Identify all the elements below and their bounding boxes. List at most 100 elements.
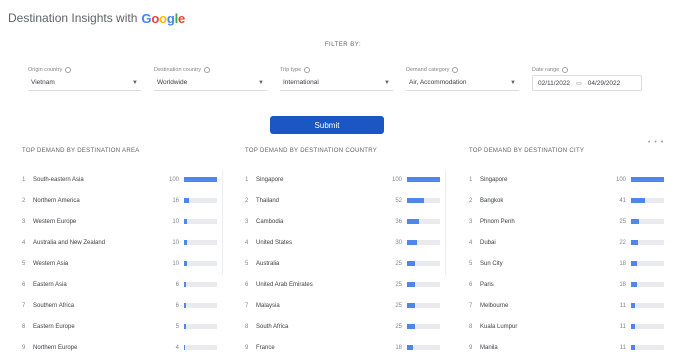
- row-destination-name: Phnom Penh: [480, 218, 515, 225]
- start-date: 02/11/2022: [538, 79, 571, 87]
- demand-bar-fill: [184, 198, 190, 203]
- ranking-row[interactable]: 3 Western Europe 10: [22, 211, 217, 232]
- ranking-row[interactable]: 7 Southern Africa 6: [22, 295, 217, 316]
- ranking-row[interactable]: 9 Manila 11: [469, 337, 664, 354]
- info-icon[interactable]: [65, 67, 72, 73]
- filter-label: Demand category: [406, 67, 450, 73]
- info-icon[interactable]: [452, 67, 459, 73]
- demand-bar-track: [407, 261, 440, 266]
- ranking-row[interactable]: 5 Australia 25: [245, 253, 440, 274]
- select-value: International: [283, 79, 319, 86]
- info-icon[interactable]: [204, 67, 211, 73]
- ranking-row[interactable]: 2 Bangkok 41: [469, 190, 664, 211]
- demand-bar-track: [407, 198, 440, 203]
- demand-bar-fill: [631, 324, 635, 329]
- row-rank: 5: [469, 260, 473, 267]
- demand-bar-fill: [184, 303, 186, 308]
- row-destination-name: Bangkok: [480, 197, 504, 204]
- filter-by-label: FILTER BY:: [324, 42, 362, 48]
- row-rank: 6: [469, 281, 473, 288]
- demand-category-filter: Demand category Air, Accommodation ▼: [406, 65, 519, 91]
- demand-bar-track: [184, 303, 217, 308]
- row-destination-name: United Arab Emirates: [256, 281, 313, 288]
- row-rank: 3: [469, 218, 473, 225]
- row-demand-value: 41: [619, 197, 626, 204]
- ranking-row[interactable]: 2 Thailand 52: [245, 190, 440, 211]
- filter-label: Destination country: [154, 67, 202, 73]
- page-title: Destination Insights with: [8, 11, 138, 25]
- ranking-row[interactable]: 9 France 18: [245, 337, 440, 354]
- ranking-row[interactable]: 4 United States 30: [245, 232, 440, 253]
- demand-category-select[interactable]: Air, Accommodation ▼: [406, 75, 519, 91]
- select-value: Worldwide: [157, 79, 188, 86]
- demand-bar-fill: [407, 345, 413, 350]
- demand-bar-track: [407, 282, 440, 287]
- ranking-row[interactable]: 6 Paris 18: [469, 274, 664, 295]
- ranking-row[interactable]: 1 Singapore 100: [469, 169, 664, 190]
- row-destination-name: South-eastern Asia: [33, 176, 84, 183]
- ranking-row[interactable]: 9 Northern Europe 4: [22, 337, 217, 354]
- info-icon[interactable]: [304, 67, 311, 73]
- ranking-row[interactable]: 8 Kuala Lumpur 11: [469, 316, 664, 337]
- demand-bar-track: [631, 240, 664, 245]
- demand-bar-track: [407, 324, 440, 329]
- ranking-row[interactable]: 7 Malaysia 25: [245, 295, 440, 316]
- ranking-row[interactable]: 3 Phnom Penh 25: [469, 211, 664, 232]
- panel-divider: [222, 170, 223, 275]
- demand-bar-fill: [184, 324, 186, 329]
- row-destination-name: Northern America: [33, 197, 80, 204]
- ranking-row[interactable]: 8 South Africa 25: [245, 316, 440, 337]
- info-icon[interactable]: [562, 67, 569, 73]
- trip-type-select[interactable]: International ▼: [280, 75, 393, 91]
- ranking-row[interactable]: 8 Eastern Europe 5: [22, 316, 217, 337]
- demand-bar-track: [407, 303, 440, 308]
- ranking-row[interactable]: 2 Northern America 16: [22, 190, 217, 211]
- demand-bar-fill: [184, 219, 188, 224]
- row-demand-value: 100: [391, 176, 402, 183]
- row-destination-name: Western Europe: [33, 218, 77, 225]
- row-demand-value: 10: [172, 260, 179, 267]
- date-range-picker[interactable]: 02/11/2022 ▭ 04/29/2022: [532, 75, 642, 91]
- row-destination-name: Australia and New Zealand: [33, 239, 106, 246]
- row-demand-value: 25: [619, 218, 626, 225]
- ranking-row[interactable]: 7 Melbourne 11: [469, 295, 664, 316]
- row-rank: 4: [22, 239, 26, 246]
- row-demand-value: 100: [615, 176, 626, 183]
- demand-bar-track: [631, 282, 664, 287]
- row-demand-value: 18: [619, 260, 626, 267]
- row-demand-value: 25: [395, 281, 402, 288]
- demand-bar-track: [631, 303, 664, 308]
- origin-country-select[interactable]: Vietnam ▼: [28, 75, 141, 91]
- ranking-row[interactable]: 1 Singapore 100: [245, 169, 440, 190]
- row-demand-value: 11: [619, 344, 626, 351]
- demand-bar-fill: [184, 282, 186, 287]
- origin-country-filter: Origin country Vietnam ▼: [28, 65, 141, 91]
- demand-bar-track: [631, 219, 664, 224]
- ranking-row[interactable]: 5 Western Asia 10: [22, 253, 217, 274]
- logo-letter: G: [141, 10, 152, 26]
- demand-bar-fill: [631, 282, 637, 287]
- demand-bar-track: [631, 177, 664, 182]
- demand-bar-track: [407, 219, 440, 224]
- filter-label: Date range: [532, 67, 560, 73]
- destination-country-select[interactable]: Worldwide ▼: [154, 75, 267, 91]
- ranking-row[interactable]: 3 Cambodia 36: [245, 211, 440, 232]
- row-destination-name: Melbourne: [480, 302, 509, 309]
- row-destination-name: Singapore: [480, 176, 508, 183]
- panel-title: TOP DEMAND BY DESTINATION COUNTRY: [245, 148, 378, 154]
- ranking-row[interactable]: 4 Australia and New Zealand 10: [22, 232, 217, 253]
- row-destination-name: United States: [256, 239, 293, 246]
- row-demand-value: 36: [395, 218, 402, 225]
- row-destination-name: Thailand: [256, 197, 280, 204]
- ranking-row[interactable]: 1 South-eastern Asia 100: [22, 169, 217, 190]
- submit-button[interactable]: Submit: [270, 116, 384, 134]
- demand-bar-fill: [407, 198, 425, 203]
- ranking-row[interactable]: 4 Dubai 22: [469, 232, 664, 253]
- filter-bar: Origin country Vietnam ▼ Destination coun…: [28, 65, 642, 91]
- more-dots-icon[interactable]: • • •: [648, 139, 664, 146]
- row-destination-name: Northern Europe: [33, 344, 78, 351]
- ranking-row[interactable]: 6 United Arab Emirates 25: [245, 274, 440, 295]
- ranking-row[interactable]: 5 Sun City 18: [469, 253, 664, 274]
- demand-bar-track: [631, 261, 664, 266]
- ranking-row[interactable]: 6 Eastern Asia 6: [22, 274, 217, 295]
